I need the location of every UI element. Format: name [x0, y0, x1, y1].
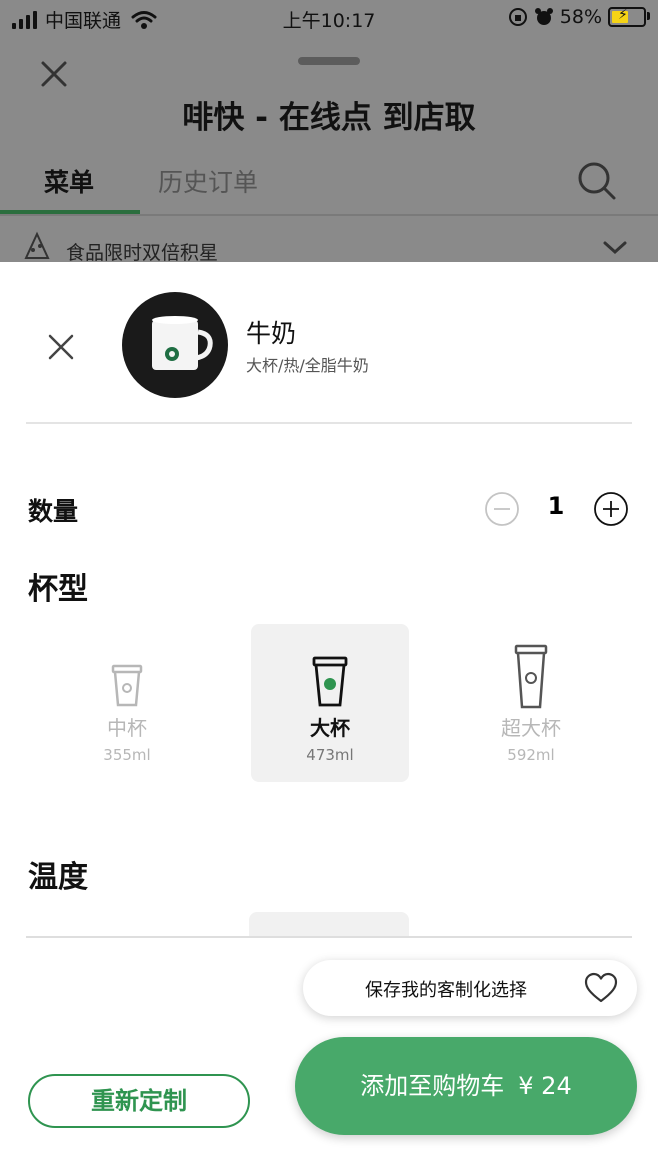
minus-circle-icon[interactable]	[484, 491, 520, 527]
close-icon[interactable]	[44, 330, 78, 364]
price-label: ¥ 24	[518, 1072, 572, 1100]
plus-circle-icon[interactable]	[593, 491, 629, 527]
cup-icon	[111, 664, 143, 707]
tab-order-history[interactable]: 历史订单	[158, 163, 258, 199]
add-to-cart-button[interactable]: 添加至购物车 ¥ 24	[295, 1037, 637, 1135]
save-customization-button[interactable]: 保存我的客制化选择	[303, 960, 637, 1016]
size-volume: 355ml	[103, 746, 151, 764]
size-option-venti[interactable]: 超大杯 592ml	[452, 624, 610, 782]
chevron-down-icon[interactable]	[602, 240, 628, 256]
product-description: 大杯/热/全脂牛奶	[246, 356, 369, 375]
cup-size-title: 杯型	[28, 572, 88, 607]
tab-menu[interactable]: 菜单	[44, 163, 94, 199]
product-image	[122, 292, 228, 398]
temperature-option[interactable]	[249, 912, 409, 936]
cup-icon	[514, 644, 548, 709]
cup-icon	[312, 656, 348, 707]
divider	[26, 422, 632, 424]
search-icon[interactable]	[576, 160, 618, 202]
page-title: 啡快 - 在线点 到店取	[182, 100, 476, 136]
heart-icon[interactable]	[583, 970, 619, 1006]
battery-icon: ⚡	[608, 7, 650, 27]
size-name: 超大杯	[501, 716, 561, 740]
size-name: 大杯	[310, 716, 350, 740]
orientation-lock-icon	[508, 8, 527, 26]
battery-percent: 58%	[559, 6, 602, 28]
status-bar: 中国联通 上午10:17 58% ⚡	[0, 0, 658, 38]
close-icon[interactable]	[38, 58, 70, 90]
tab-divider	[0, 214, 658, 216]
quantity-label: 数量	[28, 497, 79, 526]
quantity-value: 1	[547, 492, 565, 520]
divider	[26, 936, 632, 938]
save-customization-label: 保存我的客制化选择	[365, 980, 527, 1001]
customize-sheet: 牛奶 大杯/热/全脂牛奶 数量 1 杯型 中杯 355ml 大杯 473ml 超…	[0, 262, 658, 1170]
alarm-icon	[534, 8, 553, 25]
background-page: 中国联通 上午10:17 58% ⚡ 啡快 - 在线点 到店取 菜单 历史订单	[0, 0, 658, 265]
promo-banner-text[interactable]: 食品限时双倍积星	[66, 238, 218, 265]
product-name: 牛奶	[246, 319, 297, 348]
size-option-grande[interactable]: 大杯 473ml	[251, 624, 409, 782]
add-to-cart-label: 添加至购物车	[360, 1072, 505, 1100]
size-option-tall[interactable]: 中杯 355ml	[48, 624, 206, 782]
size-name: 中杯	[107, 716, 147, 740]
restart-customization-button[interactable]: 重新定制	[28, 1074, 250, 1128]
temperature-title: 温度	[28, 860, 88, 895]
size-volume: 592ml	[507, 746, 555, 764]
sheet-grabber[interactable]	[298, 57, 360, 65]
promo-icon	[24, 231, 50, 259]
size-volume: 473ml	[306, 746, 354, 764]
